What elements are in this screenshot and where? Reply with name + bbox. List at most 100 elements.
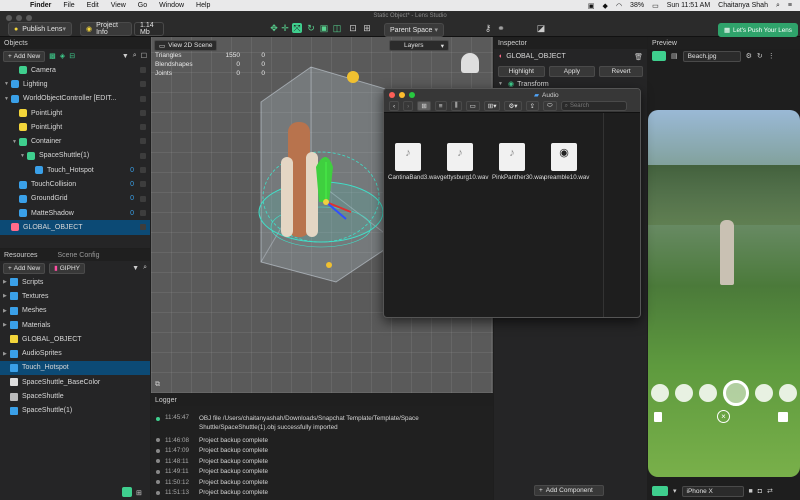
enable-checkbox[interactable] bbox=[140, 124, 146, 131]
key-icon[interactable]: ⚷ bbox=[483, 23, 493, 33]
capture-icon[interactable]: ◪ bbox=[536, 23, 546, 33]
inspector-object-name[interactable]: GLOBAL_OBJECT bbox=[506, 53, 566, 60]
chevron-right-icon[interactable]: ▶ bbox=[3, 293, 10, 299]
minimize-icon[interactable] bbox=[399, 92, 405, 98]
tag-icon[interactable]: ⬭ bbox=[543, 101, 557, 111]
grid-view-icon[interactable]: ⊞ bbox=[136, 489, 142, 497]
resource-row[interactable]: ▶ AudioSprites bbox=[0, 346, 150, 360]
dropbox-icon[interactable]: ◆ bbox=[603, 2, 608, 10]
add-object-button[interactable]: + Add New bbox=[3, 50, 46, 62]
resource-row[interactable]: SpaceShuttle_BaseColor bbox=[0, 375, 150, 389]
menu-go[interactable]: Go bbox=[138, 2, 147, 9]
status-icon[interactable]: ▣ bbox=[588, 2, 595, 10]
group-icon[interactable]: ⊟ bbox=[69, 52, 75, 60]
chevron-right-icon[interactable]: ▶ bbox=[3, 308, 10, 314]
enable-checkbox[interactable] bbox=[140, 152, 146, 159]
search-icon[interactable]: ⌕ bbox=[776, 2, 780, 10]
clock[interactable]: Sun 11:51 AM bbox=[667, 2, 710, 9]
minimize-icon[interactable] bbox=[16, 15, 22, 21]
file-item[interactable]: gettysburg10.wav bbox=[440, 143, 489, 182]
menu-window[interactable]: Window bbox=[159, 2, 184, 9]
share-icon[interactable]: ⇪ bbox=[525, 101, 540, 111]
add-component-button[interactable]: + Add Component bbox=[534, 485, 604, 496]
publish-lens-button[interactable]: ● Publish Lens ▾ bbox=[8, 22, 72, 36]
revert-button[interactable]: Revert bbox=[599, 65, 643, 77]
chevron-right-icon[interactable]: ▶ bbox=[3, 351, 10, 357]
add-folder-icon[interactable] bbox=[122, 487, 132, 497]
finder-search-input[interactable]: ⌕ Search bbox=[560, 101, 627, 111]
media-icon[interactable]: ▤ bbox=[671, 52, 678, 60]
resource-row[interactable]: ▶ Materials bbox=[0, 318, 150, 332]
tab-resources[interactable]: Resources bbox=[4, 252, 37, 259]
menu-list-icon[interactable]: ≡ bbox=[788, 2, 792, 9]
resource-row[interactable]: ▶ Meshes bbox=[0, 304, 150, 318]
reload-icon[interactable]: ↻ bbox=[757, 52, 763, 60]
checkbox-all-icon[interactable]: ☐ bbox=[141, 52, 147, 60]
object-row[interactable]: GroundGrid 0 bbox=[0, 192, 150, 206]
chevron-right-icon[interactable]: ▶ bbox=[3, 322, 10, 328]
zoom-icon[interactable] bbox=[409, 92, 415, 98]
column-view-icon[interactable]: ⫼ bbox=[450, 101, 462, 111]
resource-row[interactable]: ▶ Scripts bbox=[0, 275, 150, 289]
object-row[interactable]: ▼ SpaceShuttle(1) bbox=[0, 149, 150, 163]
object-row[interactable]: ▼ Lighting bbox=[0, 77, 150, 91]
add-resource-button[interactable]: + Add New bbox=[3, 262, 46, 274]
enable-checkbox[interactable] bbox=[140, 109, 146, 116]
file-item[interactable]: PinkPanther30.wav bbox=[492, 143, 545, 182]
filter-icon[interactable]: ▼ bbox=[132, 265, 139, 272]
close-icon[interactable] bbox=[6, 15, 12, 21]
enable-checkbox[interactable] bbox=[140, 209, 146, 216]
layers-dropdown[interactable]: Layers ▾ bbox=[389, 40, 449, 51]
close-icon[interactable]: × bbox=[717, 410, 730, 423]
giphy-button[interactable]: ▮ GIPHY bbox=[49, 262, 85, 274]
snapshot-icon[interactable]: ◘ bbox=[758, 488, 762, 495]
gizmo-center[interactable] bbox=[323, 199, 329, 205]
object-row[interactable]: PointLight bbox=[0, 120, 150, 134]
lens-slot[interactable] bbox=[699, 384, 717, 402]
chevron-down-icon[interactable]: ▼ bbox=[12, 139, 19, 145]
video-icon[interactable]: ■ bbox=[749, 488, 753, 495]
scale-tool-icon[interactable]: ▣ bbox=[319, 23, 329, 33]
file-item[interactable]: preamble10.wav bbox=[544, 143, 589, 182]
resource-row[interactable]: SpaceShuttle bbox=[0, 389, 150, 403]
enable-checkbox[interactable] bbox=[140, 167, 146, 174]
lens-slot[interactable] bbox=[651, 384, 669, 402]
close-icon[interactable] bbox=[389, 92, 395, 98]
object-row[interactable]: TouchCollision 0 bbox=[0, 177, 150, 191]
user-name[interactable]: Chaitanya Shah bbox=[718, 2, 768, 9]
move-tool-icon[interactable]: ✛ bbox=[280, 23, 290, 33]
resource-row[interactable]: GLOBAL_OBJECT bbox=[0, 332, 150, 346]
menu-edit[interactable]: Edit bbox=[87, 2, 99, 9]
battery-percent[interactable]: 38% bbox=[630, 2, 644, 9]
object-row[interactable]: ▼ Container bbox=[0, 134, 150, 148]
apply-button[interactable]: Apply bbox=[548, 65, 596, 77]
device-toggle-icon[interactable] bbox=[652, 486, 668, 496]
search-icon[interactable]: ⌕ bbox=[143, 264, 147, 272]
menu-view[interactable]: View bbox=[111, 2, 126, 9]
capture-button[interactable] bbox=[723, 380, 749, 406]
menu-finder[interactable]: Finder bbox=[30, 2, 51, 9]
memories-icon[interactable] bbox=[654, 412, 662, 422]
point-light-icon[interactable] bbox=[326, 262, 332, 268]
resource-row[interactable]: ▶ Textures bbox=[0, 289, 150, 303]
webcam-toggle-icon[interactable] bbox=[652, 51, 666, 61]
flip-icon[interactable]: ⇄ bbox=[767, 487, 773, 495]
forward-icon[interactable]: › bbox=[403, 101, 414, 111]
enable-checkbox[interactable] bbox=[140, 224, 146, 231]
menu-help[interactable]: Help bbox=[196, 2, 210, 9]
enable-checkbox[interactable] bbox=[140, 81, 146, 88]
icon-view-icon[interactable]: ⊞ bbox=[417, 101, 431, 111]
search-icon[interactable]: ⌕ bbox=[133, 52, 137, 60]
object-row[interactable]: MatteShadow 0 bbox=[0, 206, 150, 220]
space-select[interactable]: Parent Space ▾ bbox=[384, 23, 444, 37]
enable-checkbox[interactable] bbox=[140, 181, 146, 188]
delete-icon[interactable]: 🗑 bbox=[634, 53, 643, 61]
filter-icon[interactable]: ▼ bbox=[122, 53, 129, 60]
object-row[interactable]: PointLight bbox=[0, 106, 150, 120]
push-lens-button[interactable]: ▦ Let's Push Your Lens bbox=[718, 23, 798, 37]
menu-file[interactable]: File bbox=[63, 2, 74, 9]
enable-checkbox[interactable] bbox=[140, 195, 146, 202]
more-icon[interactable]: ⋮ bbox=[768, 52, 775, 60]
settings-icon[interactable]: ⚙ bbox=[746, 52, 752, 60]
visibility-icon[interactable]: ◈ bbox=[60, 52, 65, 60]
